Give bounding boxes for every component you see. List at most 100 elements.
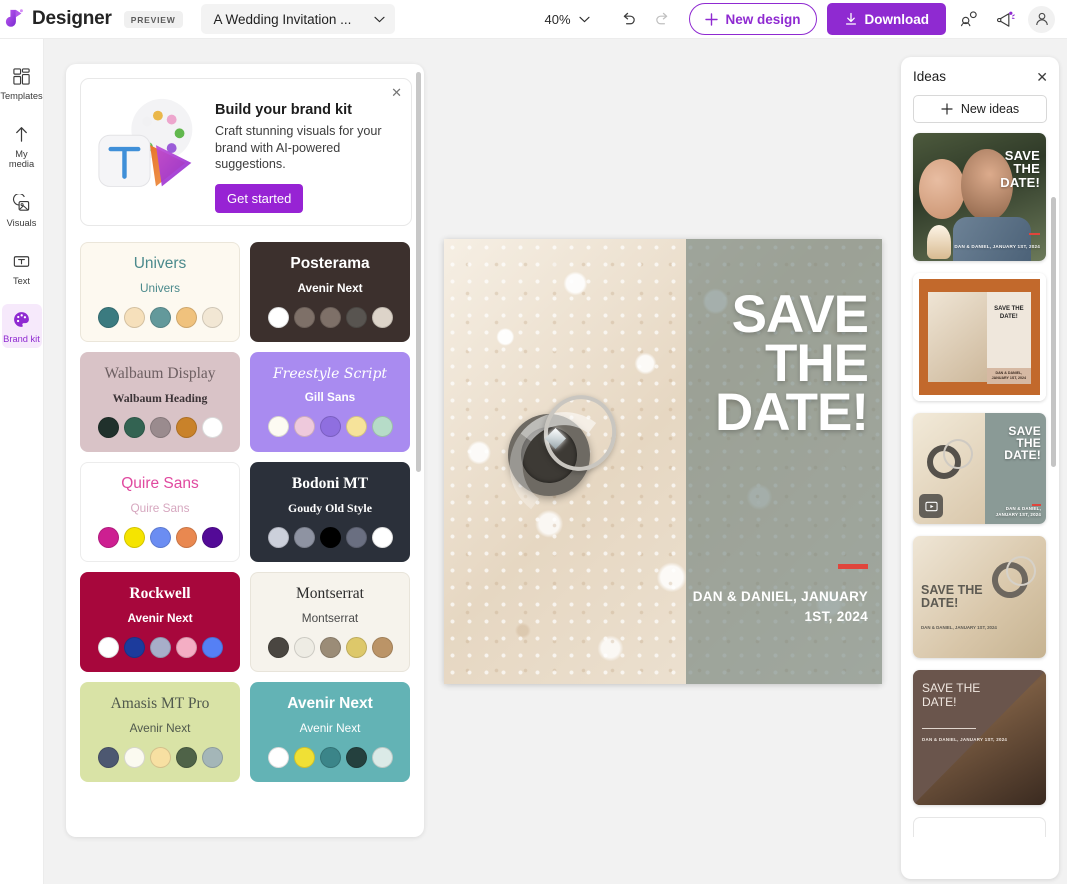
brand-kit-promo-card: ✕ Build your brand kit Craft stunning vi… <box>80 78 412 226</box>
color-swatch[interactable] <box>123 416 145 438</box>
document-name-dropdown[interactable]: A Wedding Invitation ... <box>200 4 395 34</box>
idea-card-diagonal-brown[interactable]: SAVE THE DATE! DAN & DANIEL, JANUARY 1ST,… <box>913 670 1046 805</box>
idea-card-orange-frame[interactable]: SAVE THE DATE! DAN & DANIEL, JANUARY 1ST,… <box>913 273 1046 401</box>
color-swatch[interactable] <box>319 526 341 548</box>
brand-kit-card[interactable]: Univers Univers <box>80 242 240 342</box>
color-swatch[interactable] <box>175 636 197 658</box>
design-headline-line1: SAVE <box>731 285 869 344</box>
color-swatch[interactable] <box>293 746 315 768</box>
color-swatch[interactable] <box>319 636 341 658</box>
sidebar-item-my-media[interactable]: My media <box>2 119 42 173</box>
color-swatch[interactable] <box>371 306 393 328</box>
close-icon[interactable]: ✕ <box>391 86 402 99</box>
color-swatch[interactable] <box>371 526 393 548</box>
brand-kit-card[interactable]: Bodoni MT Goudy Old Style <box>250 462 410 562</box>
brand-card-subheading: Avenir Next <box>127 610 193 625</box>
zoom-chevron-down-icon[interactable] <box>579 16 590 23</box>
color-swatch[interactable] <box>293 306 315 328</box>
idea-card-couple-icecream[interactable]: SAVE THE DATE! DAN & DANIEL, JANUARY 1ST, … <box>913 133 1046 261</box>
color-swatch[interactable] <box>345 746 367 768</box>
color-swatch[interactable] <box>175 416 197 438</box>
color-swatch[interactable] <box>267 746 289 768</box>
ideas-scrollbar[interactable] <box>1051 197 1056 467</box>
idea-card-lace-light[interactable]: SAVE THE DATE! DAN & DANIEL, JANUARY 1ST,… <box>913 536 1046 658</box>
sidebar-item-templates[interactable]: Templates <box>0 61 43 105</box>
brand-kit-card[interactable]: Freestyle Script Gill Sans <box>250 352 410 452</box>
color-swatch[interactable] <box>97 416 119 438</box>
color-swatch[interactable] <box>371 746 393 768</box>
brand-kit-card[interactable]: Avenir Next Avenir Next <box>250 682 410 782</box>
brand-kit-card[interactable]: Rockwell Avenir Next <box>80 572 240 672</box>
color-swatch[interactable] <box>149 306 171 328</box>
redo-icon[interactable] <box>650 6 676 32</box>
sidebar-item-text[interactable]: Text <box>2 246 42 290</box>
idea-card-partial[interactable] <box>913 817 1046 837</box>
sidebar-item-brand-kit[interactable]: Brand kit <box>1 304 42 349</box>
color-swatch[interactable] <box>267 526 289 548</box>
color-swatch[interactable] <box>201 746 223 768</box>
brand-card-swatch-row <box>267 636 393 658</box>
close-icon[interactable]: ✕ <box>1036 70 1048 84</box>
brand-card-heading: Amasis MT Pro <box>110 695 210 713</box>
download-button[interactable]: Download <box>826 3 946 35</box>
sidebar-item-visuals[interactable]: Visuals <box>2 188 42 232</box>
brand-kit-card[interactable]: Posterama Avenir Next <box>250 242 410 342</box>
color-swatch[interactable] <box>267 415 289 437</box>
brand-card-heading: Rockwell <box>129 585 191 603</box>
color-swatch[interactable] <box>175 746 197 768</box>
color-swatch[interactable] <box>123 526 145 548</box>
color-swatch[interactable] <box>371 636 393 658</box>
color-swatch[interactable] <box>319 746 341 768</box>
color-swatch[interactable] <box>97 306 119 328</box>
brand-card-subheading: Avenir Next <box>299 720 361 735</box>
new-design-button[interactable]: New design <box>689 3 817 35</box>
color-swatch[interactable] <box>97 636 119 658</box>
brand-card-heading: Walbaum Display <box>104 365 216 383</box>
brand-kit-card[interactable]: Amasis MT Pro Avenir Next <box>80 682 240 782</box>
collaborate-icon[interactable] <box>956 6 982 32</box>
design-artboard[interactable]: SAVE THE DATE! DAN & DANIEL, JANUARY 1ST… <box>444 239 882 684</box>
brand-kit-card[interactable]: Walbaum Display Walbaum Heading <box>80 352 240 452</box>
color-swatch[interactable] <box>123 636 145 658</box>
color-swatch[interactable] <box>319 306 341 328</box>
new-ideas-button[interactable]: New ideas <box>913 95 1047 123</box>
color-swatch[interactable] <box>201 636 223 658</box>
color-swatch[interactable] <box>201 416 223 438</box>
color-swatch[interactable] <box>97 746 119 768</box>
color-swatch[interactable] <box>345 306 367 328</box>
color-swatch[interactable] <box>267 306 289 328</box>
color-swatch[interactable] <box>371 415 393 437</box>
color-swatch[interactable] <box>175 526 197 548</box>
color-swatch[interactable] <box>267 636 289 658</box>
undo-icon[interactable] <box>616 6 642 32</box>
color-swatch[interactable] <box>149 746 171 768</box>
megaphone-icon[interactable] <box>992 6 1018 32</box>
color-swatch[interactable] <box>149 526 171 548</box>
color-swatch[interactable] <box>345 415 367 437</box>
color-swatch[interactable] <box>123 306 145 328</box>
color-swatch[interactable] <box>345 636 367 658</box>
color-swatch[interactable] <box>123 746 145 768</box>
brand-card-swatch-row <box>97 746 223 768</box>
account-avatar-button[interactable] <box>1028 5 1055 33</box>
color-swatch[interactable] <box>149 636 171 658</box>
color-swatch[interactable] <box>293 415 315 437</box>
brand-card-subheading: Univers <box>140 280 180 295</box>
color-swatch[interactable] <box>293 636 315 658</box>
color-swatch[interactable] <box>201 306 223 328</box>
idea-card-rings-split[interactable]: SAVE THE DATE! DAN & DANIEL, JANUARY 1ST, … <box>913 413 1046 524</box>
color-swatch[interactable] <box>293 526 315 548</box>
color-swatch[interactable] <box>319 415 341 437</box>
color-swatch[interactable] <box>345 526 367 548</box>
color-swatch[interactable] <box>201 526 223 548</box>
brand-kit-scrollbar[interactable] <box>416 72 421 472</box>
brand-kit-card[interactable]: Quire Sans Quire Sans <box>80 462 240 562</box>
brand-card-heading: Montserrat <box>295 585 364 603</box>
color-swatch[interactable] <box>175 306 197 328</box>
brand-kit-card[interactable]: Montserrat Montserrat <box>250 572 410 672</box>
color-swatch[interactable] <box>149 416 171 438</box>
ideas-title: Ideas <box>913 69 947 84</box>
get-started-button[interactable]: Get started <box>215 183 304 213</box>
play-video-badge-icon[interactable] <box>919 494 943 518</box>
color-swatch[interactable] <box>97 526 119 548</box>
